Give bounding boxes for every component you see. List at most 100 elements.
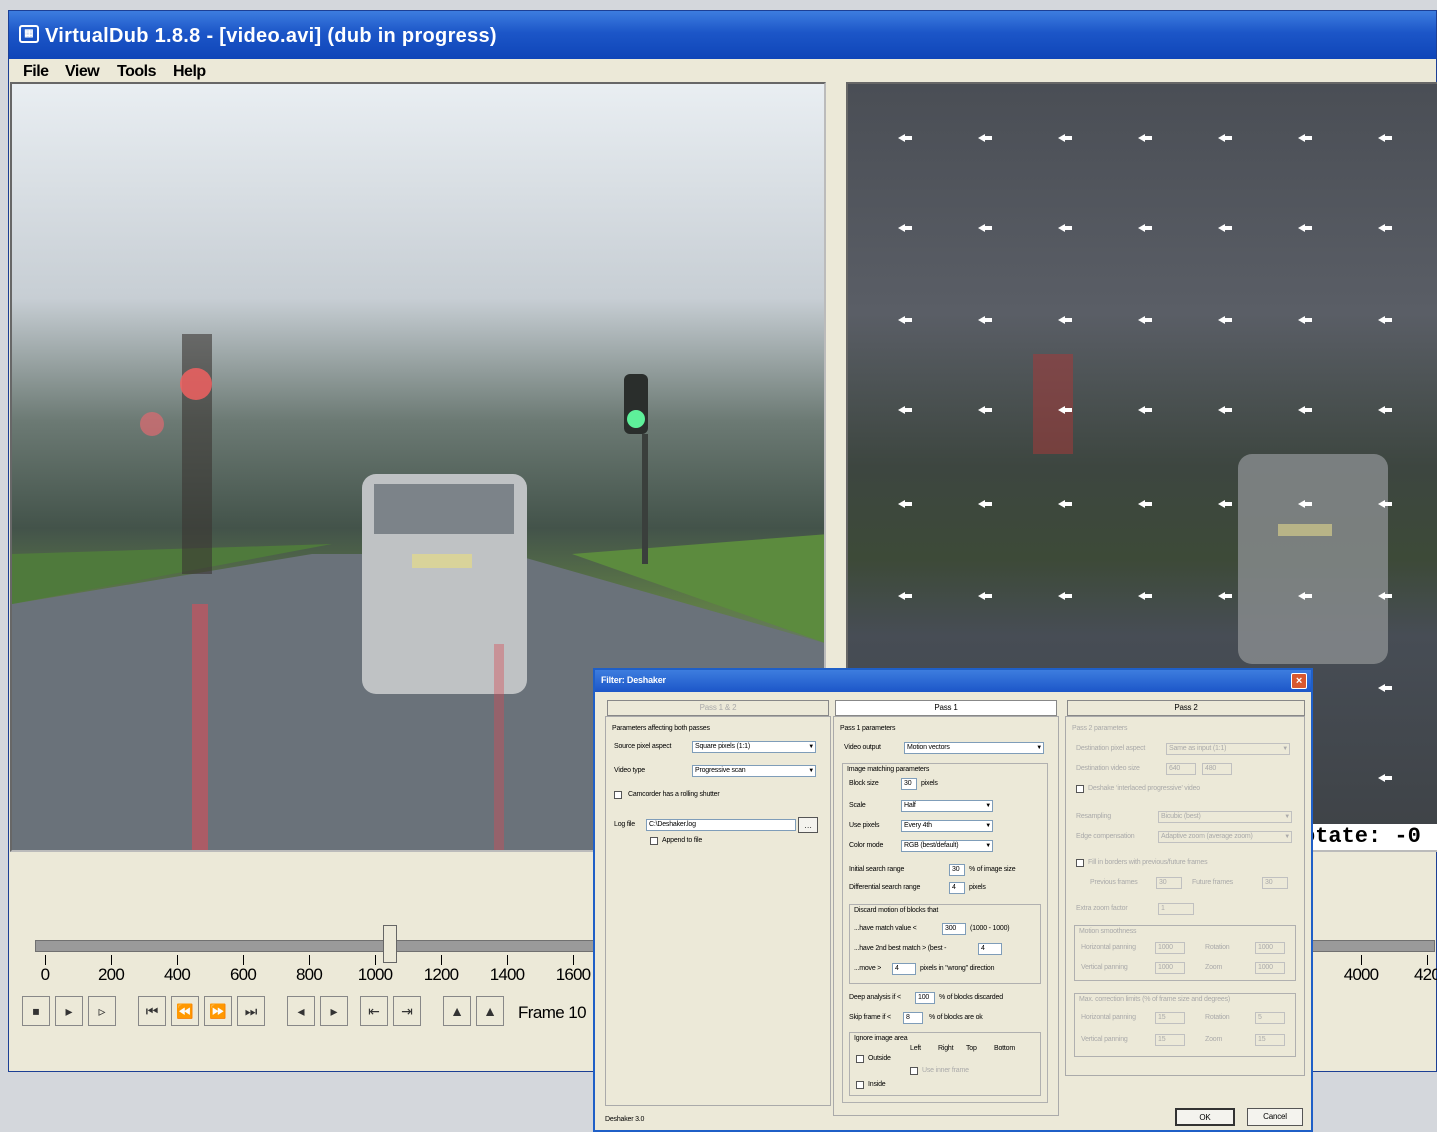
timeline-tick (309, 955, 310, 965)
outside-checkbox[interactable] (856, 1055, 864, 1063)
initial-search-unit: % of image size (969, 866, 1016, 873)
rolling-shutter-checkbox[interactable] (614, 791, 622, 799)
inner-frame-checkbox[interactable] (910, 1067, 918, 1075)
smooth-rotation-field[interactable]: 1000 (1255, 942, 1285, 954)
resampling-select[interactable]: Bicubic (best) (1158, 811, 1292, 823)
smooth-horiz-field[interactable]: 1000 (1155, 942, 1185, 954)
play-output-icon[interactable]: ▹ (88, 996, 116, 1026)
group-label: Parameters affecting both passes (612, 725, 710, 732)
end-icon[interactable]: ⏭ (237, 996, 265, 1026)
scale-select[interactable]: Half (901, 800, 993, 812)
dest-height-field[interactable]: 480 (1202, 763, 1232, 775)
timeline-tick (45, 955, 46, 965)
edge-comp-select[interactable]: Adaptive zoom (average zoom) (1158, 831, 1292, 843)
initial-search-field[interactable]: 30 (949, 864, 965, 876)
inside-checkbox[interactable] (856, 1081, 864, 1089)
column-pass-1: Pass 1 parameters Video output Motion ve… (833, 716, 1059, 1116)
next-key-icon[interactable]: ▸ (320, 996, 348, 1026)
motion-vector-arrow (1058, 316, 1074, 324)
motion-vector-arrow (978, 134, 994, 142)
column-pass-2: Pass 2 parameters Destination pixel aspe… (1065, 716, 1305, 1076)
timeline-tick-label: 0 (40, 965, 50, 984)
use-pixels-label: Use pixels (849, 822, 880, 829)
video-type-select[interactable]: Progressive scan (692, 765, 816, 777)
discard-label: Discard motion of blocks that (854, 907, 939, 914)
tab-pass-1[interactable]: Pass 1 (835, 700, 1057, 716)
limit-horiz-field[interactable]: 15 (1155, 1012, 1185, 1024)
extra-zoom-field[interactable]: 1 (1158, 903, 1194, 915)
limit-vert-label: Vertical panning (1081, 1036, 1128, 1043)
timeline-tick (243, 955, 244, 965)
play-input-icon[interactable]: ▸ (55, 996, 83, 1026)
title-bar[interactable]: ▦ VirtualDub 1.8.8 - [video.avi] (dub in… (9, 11, 1436, 59)
menu-tools[interactable]: Tools (117, 63, 156, 81)
interlaced-label: Deshake ‘interlaced progressive’ video (1088, 785, 1200, 792)
dialog-title-bar[interactable]: Filter: Deshaker × (595, 670, 1311, 692)
future-frames-field[interactable]: 30 (1262, 877, 1288, 889)
stop-icon[interactable]: ⏹ (22, 996, 50, 1026)
block-size-field[interactable]: 30 (901, 778, 917, 790)
ignore-col-top: Top (966, 1045, 977, 1052)
ok-button[interactable]: OK (1175, 1108, 1235, 1126)
log-file-field[interactable]: C:\Deshaker.log (646, 819, 796, 831)
prev-scene-icon[interactable]: ⇤ (360, 996, 388, 1026)
frame-label: Frame 10 (518, 1003, 587, 1022)
limit-vert-field[interactable]: 15 (1155, 1034, 1185, 1046)
prev-key-icon[interactable]: ◂ (287, 996, 315, 1026)
limit-rotation-label: Rotation (1205, 1014, 1230, 1021)
motion-vector-arrow (1378, 592, 1394, 600)
close-icon[interactable]: × (1291, 673, 1307, 689)
back-icon[interactable]: ⏪ (171, 996, 199, 1026)
prev-frames-field[interactable]: 30 (1156, 877, 1182, 889)
inner-frame-label: Use inner frame (922, 1067, 969, 1074)
source-pixel-aspect-select[interactable]: Square pixels (1:1) (692, 741, 816, 753)
resampling-label: Resampling (1076, 813, 1111, 820)
limit-zoom-field[interactable]: 15 (1255, 1034, 1285, 1046)
dest-video-size-label: Destination video size (1076, 765, 1140, 772)
limit-rotation-field[interactable]: 5 (1255, 1012, 1285, 1024)
browse-button[interactable]: … (798, 817, 818, 833)
skip-frame-field[interactable]: 8 (903, 1012, 923, 1024)
mark-in-icon[interactable]: ▲ (443, 996, 471, 1026)
deshaker-dialog: Filter: Deshaker × Pass 1 & 2 Pass 1 Pas… (593, 668, 1313, 1132)
smooth-zoom-field[interactable]: 1000 (1255, 962, 1285, 974)
timeline-thumb[interactable] (383, 925, 397, 963)
mark-out-icon[interactable]: ▲ (476, 996, 504, 1026)
next-scene-icon[interactable]: ⇥ (393, 996, 421, 1026)
timeline-tick (441, 955, 442, 965)
motion-vector-arrow (1058, 134, 1074, 142)
limit-zoom-label: Zoom (1205, 1036, 1223, 1043)
forward-icon[interactable]: ⏩ (204, 996, 232, 1026)
interlaced-checkbox[interactable] (1076, 785, 1084, 793)
ignore-col-left: Left (910, 1045, 921, 1052)
start-icon[interactable]: ⏮ (138, 996, 166, 1026)
discard-match-field[interactable]: 300 (942, 923, 966, 935)
motion-vector-arrow (1378, 316, 1394, 324)
timeline-tick-label: 600 (230, 965, 257, 984)
diff-search-field[interactable]: 4 (949, 882, 965, 894)
video-output-select[interactable]: Motion vectors (904, 742, 1044, 754)
smooth-vert-field[interactable]: 1000 (1155, 962, 1185, 974)
timeline-tick (111, 955, 112, 965)
discard-2nd-field[interactable]: 4 (978, 943, 1002, 955)
dest-pixel-aspect-select[interactable]: Same as input (1:1) (1166, 743, 1290, 755)
discard-moved-field[interactable]: 4 (892, 963, 916, 975)
fill-borders-checkbox[interactable] (1076, 859, 1084, 867)
motion-vector-arrow (1138, 592, 1154, 600)
block-size-label: Block size (849, 780, 879, 787)
motion-vector-arrow (1058, 500, 1074, 508)
tab-pass-1-2[interactable]: Pass 1 & 2 (607, 700, 829, 716)
cancel-button[interactable]: Cancel (1247, 1108, 1303, 1126)
append-checkbox[interactable] (650, 837, 658, 845)
tab-pass-2[interactable]: Pass 2 (1067, 700, 1305, 716)
dest-width-field[interactable]: 640 (1166, 763, 1196, 775)
menu-view[interactable]: View (65, 63, 100, 81)
motion-vector-arrow (1138, 406, 1154, 414)
scale-label: Scale (849, 802, 866, 809)
menu-file[interactable]: File (23, 63, 49, 81)
use-pixels-select[interactable]: Every 4th (901, 820, 993, 832)
menu-help[interactable]: Help (173, 63, 206, 81)
color-mode-select[interactable]: RGB (best/default) (901, 840, 993, 852)
diff-search-label: Differential search range (849, 884, 921, 891)
deep-analysis-field[interactable]: 100 (915, 992, 935, 1004)
